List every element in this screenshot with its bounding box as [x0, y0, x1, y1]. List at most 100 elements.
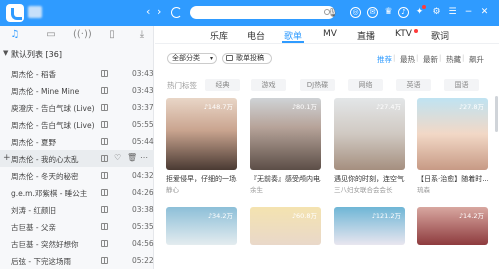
song-row[interactable]: 刘涛 - 红颜旧 03:38 — [0, 201, 154, 218]
ktv-badge — [414, 29, 418, 33]
forward-button[interactable]: › — [157, 6, 161, 18]
song-row[interactable]: g.e.m.邓紫棋 - 睡公主 04:26 — [0, 184, 154, 201]
playlist-author[interactable]: 余生 — [250, 184, 321, 194]
device-tab-icon[interactable]: ▭ — [44, 29, 58, 41]
tag-item[interactable]: 国语 — [444, 79, 479, 91]
playlist-cover[interactable]: 34.2万 — [166, 207, 237, 245]
play-count: 27.8万 — [459, 101, 484, 111]
menu-icon[interactable]: ☰ — [447, 7, 458, 18]
sort-hottest[interactable]: 最热 — [400, 54, 415, 65]
notification-dot — [422, 5, 426, 9]
song-row[interactable]: 周杰伦 - Mine Mine 03:43 — [0, 82, 154, 99]
tag-item[interactable]: 经典 — [205, 79, 240, 91]
playlist-card[interactable]: 27.4万 遇见你的时刻，连空气... 三八妇女联合会会长 — [334, 98, 405, 194]
divider: | — [416, 54, 419, 62]
playlist-cover[interactable]: 14.2万 — [417, 207, 488, 245]
playlist-title[interactable]: 遇见你的时刻，连空气... — [334, 174, 405, 184]
playlist-author[interactable]: 静心 — [166, 184, 237, 194]
user-avatar[interactable] — [28, 6, 42, 18]
tab-library[interactable]: 乐库 — [210, 29, 228, 42]
tab-radio[interactable]: 电台 — [247, 29, 265, 42]
playlist-title[interactable]: 拒爱侵早，仔细的一场... — [166, 174, 237, 184]
radio-tab-icon[interactable]: ((·)) — [73, 29, 92, 41]
tab-lyrics[interactable]: 歌词 — [431, 29, 449, 42]
playlist-card[interactable]: 27.8万 【日系·治愈】随着时... 琉森 — [417, 98, 488, 194]
scrollbar[interactable] — [495, 96, 498, 132]
sort-favorited[interactable]: 热藏 — [446, 54, 461, 65]
tab-mv[interactable]: MV — [323, 29, 337, 39]
mv-icon[interactable] — [101, 70, 108, 77]
mic-icon[interactable]: 🎙 — [327, 7, 338, 18]
tag-item[interactable]: DJ热碟 — [300, 79, 335, 91]
mv-icon[interactable] — [101, 121, 108, 128]
sort-newest[interactable]: 最新 — [423, 54, 438, 65]
song-row[interactable]: 古巨基 - 父亲 05:35 — [0, 218, 154, 235]
song-row[interactable]: 周杰伦 - 夏野 05:44 — [0, 133, 154, 150]
playlist-title[interactable]: 『无前奏』感受颅内电... — [250, 174, 321, 184]
close-icon[interactable]: ✕ — [479, 7, 490, 18]
playlist-header[interactable]: ▼ 默认列表 [36] — [0, 47, 154, 61]
back-button[interactable]: ‹ — [146, 6, 150, 18]
sort-recommended[interactable]: 推荐 — [377, 54, 392, 65]
settings-icon[interactable]: ⚙ — [431, 7, 442, 18]
tag-item[interactable]: 网络 — [348, 79, 383, 91]
song-row[interactable]: 周杰伦 - 稻香 03:43 — [0, 65, 154, 82]
tab-ktv[interactable]: KTV — [395, 29, 412, 39]
mv-icon[interactable] — [101, 223, 108, 230]
mv-icon[interactable] — [101, 87, 108, 94]
skin-icon[interactable]: ♛ — [383, 7, 394, 18]
playlist-card[interactable]: 80.1万 『无前奏』感受颅内电... 余生 — [250, 98, 321, 194]
download-tab-icon[interactable]: ⤓ — [135, 29, 149, 41]
ring-icon[interactable]: ♪ — [398, 7, 409, 18]
playlist-cover[interactable]: 121.2万 — [334, 207, 405, 245]
mv-icon[interactable] — [101, 104, 108, 111]
mv-icon[interactable] — [101, 257, 108, 264]
playlist-card[interactable]: 148.7万 拒爱侵早，仔细的一场... 静心 — [166, 98, 237, 194]
playlist-author[interactable]: 三八妇女联合会会长 — [334, 184, 405, 194]
mv-icon[interactable] — [101, 240, 108, 247]
local-tab-icon[interactable]: ▯ — [105, 29, 119, 41]
song-row[interactable]: 后弦 - 下完这场雨 05:22 — [0, 252, 154, 269]
playlist-cover[interactable]: 80.1万 — [250, 98, 321, 170]
mv-icon[interactable] — [101, 155, 108, 162]
song-row[interactable]: 周杰伦 - 冬天的秘密 04:32 — [0, 167, 154, 184]
song-row-hovered[interactable]: + 周杰伦 - 我的心太乱 ♡ 🗑 ⋯ — [0, 150, 154, 167]
heart-icon[interactable]: ♡ — [114, 153, 121, 162]
delete-icon[interactable]: 🗑 — [127, 153, 137, 162]
playlist-cover[interactable]: 148.7万 — [166, 98, 237, 170]
song-row[interactable]: 周杰伦 - 告白气球 (Live) 05:55 — [0, 116, 154, 133]
category-dropdown[interactable]: 全部分类 ▾ — [167, 53, 217, 64]
music-list-tab-icon[interactable]: ♫ — [8, 29, 22, 41]
playlist-cover[interactable]: 27.4万 — [334, 98, 405, 170]
message-icon[interactable]: ✉ — [367, 7, 378, 18]
song-duration: 03:43 — [132, 86, 154, 95]
song-duration: 03:38 — [132, 205, 154, 214]
song-row[interactable]: 庾澄庆 - 告白气球 (Live) 03:37 — [0, 99, 154, 116]
song-name: 庾澄庆 - 告白气球 (Live) — [11, 104, 95, 113]
mv-icon[interactable] — [101, 206, 108, 213]
song-list: 周杰伦 - 稻香 03:43 周杰伦 - Mine Mine 03:43 庾澄庆… — [0, 65, 154, 269]
hot-tags: 热门标签 经典 游戏 DJ热碟 网络 英语 国语 — [155, 79, 499, 91]
game-icon[interactable]: ◎ — [350, 7, 361, 18]
search-input[interactable] — [190, 6, 335, 19]
playlist-title[interactable]: 【日系·治愈】随着时... — [417, 174, 488, 184]
sort-rising[interactable]: 飙升 — [469, 54, 484, 65]
minimize-icon[interactable]: − — [463, 7, 474, 18]
playlist-cover[interactable]: 27.8万 — [417, 98, 488, 170]
mv-icon[interactable] — [101, 138, 108, 145]
playlist-author[interactable]: 琉森 — [417, 184, 488, 194]
add-icon[interactable]: + — [3, 153, 11, 163]
playlist-cover[interactable]: 60.8万 — [250, 207, 321, 245]
mv-icon[interactable] — [101, 172, 108, 179]
submit-playlist-button[interactable]: 歌单投稿 — [222, 53, 272, 64]
mv-icon[interactable] — [101, 189, 108, 196]
tag-item[interactable]: 英语 — [396, 79, 431, 91]
refresh-icon[interactable] — [171, 7, 182, 18]
song-row[interactable]: 古巨基 - 突然好想你 04:56 — [0, 235, 154, 252]
category-dropdown-label: 全部分类 — [172, 54, 200, 62]
more-icon[interactable]: ⋯ — [140, 153, 148, 162]
collapse-icon[interactable]: ▼ — [3, 49, 8, 57]
tag-item[interactable]: 游戏 — [251, 79, 286, 91]
tab-live[interactable]: 直播 — [357, 29, 375, 42]
play-count: 80.1万 — [292, 101, 317, 111]
